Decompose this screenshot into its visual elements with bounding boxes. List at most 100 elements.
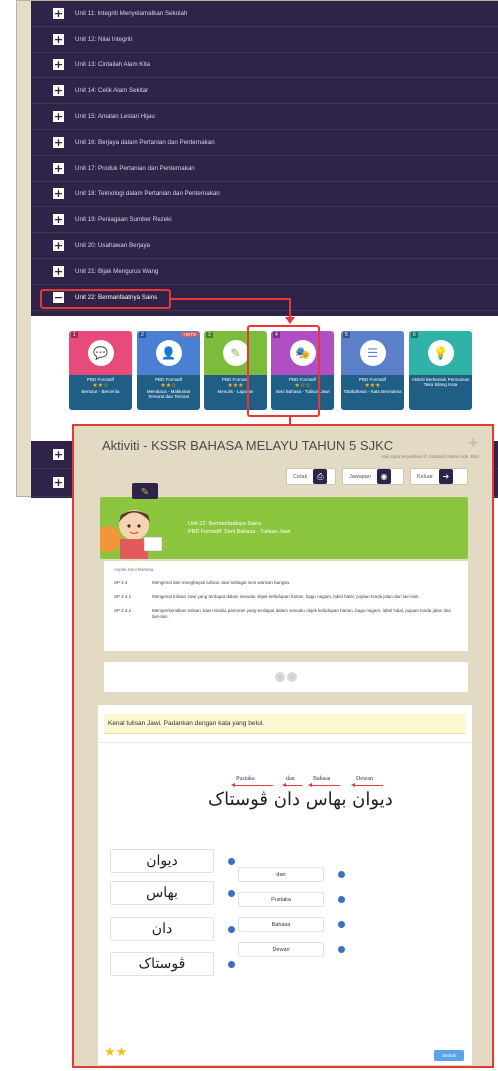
toggle-glyph: + [53,32,64,46]
match-dot[interactable] [338,871,345,878]
expand-icon[interactable]: + [53,32,64,46]
match-dot[interactable] [228,961,235,968]
standard-row: SP 4.4.2 Memperkenalkan tulisan Jawi mela… [114,608,458,620]
card-subtitle: Bertutur - Bercerita [81,389,120,394]
card-header: 5 ☰ [341,331,404,375]
answer-button[interactable]: Jawapan ◉ [342,468,404,485]
activity-card[interactable]: 5 ☰ PBD Formatif ★★★ Tatabahasa - Kata Berma… [341,331,404,410]
activity-card[interactable]: 2 HOTS 👤 PBD Formatif ★★☆ Membaca - Maklumat … [137,331,200,410]
reader-icon: 👤 [155,340,182,366]
jawi-option[interactable]: بهاس [110,881,214,905]
unit-label: Unit 13: Cintailah Alam Kita [75,61,150,69]
expand-icon[interactable]: + [53,477,64,488]
jawi-sentence: ديوان بهاس دان ڤوستاک [208,789,393,810]
speech-icon: 💬 [87,340,114,366]
card-subtitle: Tatabahasa - Kata Bermakna [343,389,402,394]
unit-item[interactable]: + Unit 18: Teknologi dalam Pertanian dan … [31,182,498,208]
next-page-button[interactable]: › [287,672,297,682]
unit-item[interactable]: + Unit 19: Peniagaan Sumber Rezeki [31,207,498,234]
unit-label: Unit 20: Usahawan Berjaya [75,242,150,250]
card-number: 5 [343,332,350,338]
toggle-glyph: + [53,187,64,201]
expand-icon[interactable]: + [53,6,64,20]
match-dot[interactable] [228,926,235,933]
banner-subtitle: PBD Formatif: Seni Bahasa - Tulisan Jawi [188,529,291,535]
unit-item[interactable]: + Unit 12: Nilai Integriti [31,27,498,53]
rumi-word-label: Dewan [356,776,373,782]
print-button[interactable]: Cetak ⎙ [286,468,336,485]
expand-icon[interactable]: + [53,240,64,252]
toggle-glyph: + [53,6,64,20]
activity-panel: Aktiviti - KSSR BAHASA MELAYU TAHUN 5 SJ… [72,424,494,1068]
exit-icon: ➔ [438,469,453,484]
svg-text:✎: ✎ [141,487,149,498]
card-body: PBD Formatif ★★☆ Membaca - Maklumat Tersur… [137,375,200,410]
expand-icon[interactable]: + [53,449,64,460]
unit-label: Unit 17: Produk Pertanian dan Penternaka… [75,164,195,172]
exit-button[interactable]: Keluar ➔ [410,468,468,485]
expand-icon[interactable]: + [53,84,64,98]
printer-icon: ⎙ [313,469,328,484]
unit-item[interactable]: + Unit 16: Berjaya dalam Pertanian dan Pe… [31,130,498,156]
jawi-option[interactable]: ڤوستاک [110,952,214,976]
expand-icon[interactable]: + [53,161,64,175]
toggle-glyph: + [53,448,64,461]
toggle-glyph: + [53,84,64,98]
question-card: Kenal tulisan Jawi. Padankan dengan kata… [98,705,472,1065]
activity-card[interactable]: 1 💬 PBD Formatif ★★☆ Bertutur - Bercerita [69,331,132,410]
unit-item[interactable]: + Unit 11: Integriti Menyelamatkan Sekola… [31,1,498,27]
rumi-option[interactable]: Pustaka [238,892,324,907]
jawi-option[interactable]: ديوان [110,849,214,873]
rumi-arrow-line [353,785,383,786]
unit-item[interactable]: + Unit 20: Usahawan Berjaya [31,233,498,259]
expand-icon[interactable]: + [53,187,64,201]
jawi-option[interactable]: دان [110,917,214,941]
divider [98,742,472,743]
card-subtitle: Membaca - Maklumat Tersurat dan Tersirat [146,389,191,399]
toggle-glyph: + [53,135,64,149]
expand-icon[interactable]: + [53,214,64,226]
expand-icon[interactable]: + [53,135,64,149]
expand-icon[interactable]: + [53,59,64,71]
match-dot[interactable] [338,946,345,953]
card-stars: ★★☆ [92,382,109,389]
match-dot[interactable] [228,858,235,865]
match-dot[interactable] [338,896,345,903]
unit-item[interactable]: + Unit 13: Cintailah Alam Kita [31,53,498,79]
copyright-line: Hak cipta terpelihara © Sasbadi Online S… [381,454,480,459]
card-body: PBD Formatif ★★★ Tatabahasa - Kata Bermakn… [341,375,404,410]
unit-item[interactable]: + Unit 21: Bijak Mengurus Wang [31,259,498,285]
standard-code: SP 4.4.2 [114,608,132,613]
toggle-glyph: + [53,476,64,489]
card-stars: ★★☆ [160,382,177,389]
card-body: Aktiviti Berbentuk Permainan Teka Silang … [409,375,472,410]
activity-card[interactable]: 6 💡 Aktiviti Berbentuk Permainan Teka Silan… [409,331,472,410]
toggle-glyph: + [53,161,64,175]
card-number: 1 [71,332,78,338]
expand-icon[interactable]: + [53,111,64,123]
standard-text: Mengenal tulisan Jawi yang terdapat dala… [152,594,420,599]
unit-label: Unit 15: Amalan Lestari Hijau [75,113,155,121]
unit-item[interactable]: + Unit 14: Celik Alam Sekitar [31,78,498,105]
arrow-down-icon [285,317,295,324]
print-label: Cetak [293,473,308,480]
unit-item[interactable]: + Unit 17: Produk Pertanian dan Penternak… [31,156,498,182]
match-dot[interactable] [228,890,235,897]
hots-badge: HOTS [181,332,198,337]
unit-panel: + Unit 11: Integriti Menyelamatkan Sekola… [16,0,498,498]
rumi-option[interactable]: Bahasa [238,917,324,932]
expand-icon[interactable]: + [53,265,64,277]
unit-list: + Unit 11: Integriti Menyelamatkan Sekola… [31,1,498,316]
answer-label: Jawapan [349,473,372,480]
activity-title: Aktiviti - KSSR BAHASA MELAYU TAHUN 5 SJ… [102,438,394,453]
prev-page-button[interactable]: ‹ [275,672,285,682]
rumi-arrow-line [310,785,340,786]
rumi-option[interactable]: Dewan [238,942,324,957]
submit-button[interactable]: Semak [434,1050,464,1061]
unit-label: Unit 11: Integriti Menyelamatkan Sekolah [75,9,188,17]
document-icon: ☰ [359,340,386,366]
match-dot[interactable] [338,921,345,928]
unit-item[interactable]: + Unit 15: Amalan Lestari Hijau [31,104,498,130]
rumi-arrow-line [233,785,273,786]
rumi-option[interactable]: dan [238,867,324,882]
